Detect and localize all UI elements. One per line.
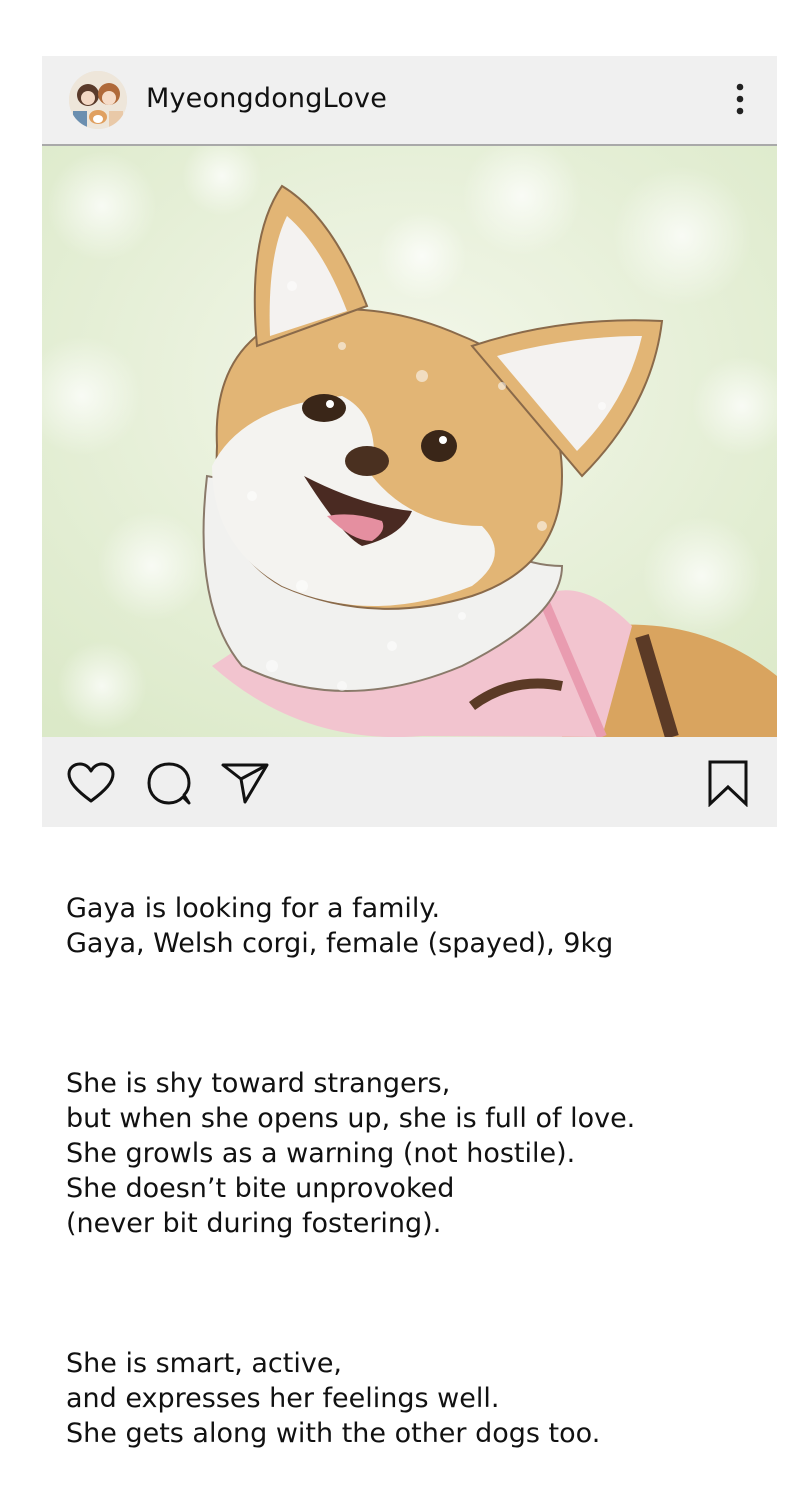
corgi-illustration — [42, 146, 777, 737]
comment-bubble-icon[interactable] — [145, 761, 193, 811]
heart-icon[interactable] — [66, 761, 116, 809]
instagram-post: MyeongdongLove — [42, 56, 777, 827]
caption-paragraph: She is shy toward strangers, but when sh… — [66, 1068, 636, 1239]
post-caption: Gaya is looking for a family. Gaya, Wels… — [66, 856, 766, 1486]
caption-paragraph: She is smart, active, and expresses her … — [66, 1348, 601, 1449]
post-header: MyeongdongLove — [42, 56, 777, 146]
bookmark-icon[interactable] — [707, 759, 749, 811]
paper-plane-icon[interactable] — [220, 761, 270, 809]
caption-paragraph: Gaya is looking for a family. Gaya, Wels… — [66, 893, 614, 959]
post-action-bar — [42, 737, 777, 827]
username[interactable]: MyeongdongLove — [146, 83, 387, 114]
post-image[interactable] — [42, 146, 777, 737]
more-options-icon[interactable] — [733, 82, 747, 118]
avatar-couple-icon — [69, 71, 127, 129]
avatar[interactable] — [69, 71, 127, 129]
